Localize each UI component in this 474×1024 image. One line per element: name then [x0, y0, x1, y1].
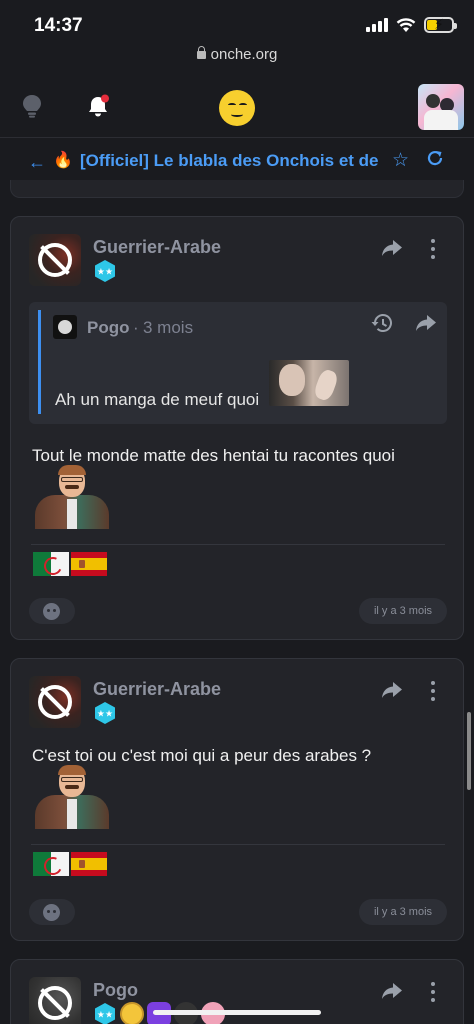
reaction-button[interactable]: [29, 598, 75, 624]
previous-post-end: [10, 180, 464, 198]
url-bar[interactable]: onche.org: [0, 46, 474, 63]
signature-divider: [31, 844, 445, 845]
star-icon[interactable]: ☆: [392, 149, 409, 172]
share-icon[interactable]: [381, 681, 403, 699]
app-header: [0, 76, 474, 138]
algeria-flag: [33, 552, 69, 576]
post-username[interactable]: Guerrier-Arabe: [93, 237, 221, 258]
quote-separator: ·: [133, 318, 139, 337]
post-text: Tout le monde matte des hentai tu racont…: [32, 446, 395, 465]
post-text: C'est toi ou c'est moi qui a peur des ar…: [32, 746, 372, 765]
url-text: onche.org: [210, 46, 278, 63]
refresh-icon[interactable]: [426, 149, 444, 167]
reaction-button[interactable]: [29, 899, 75, 925]
quote-avatar: [53, 315, 77, 339]
post-username[interactable]: Pogo: [93, 980, 138, 1001]
more-icon[interactable]: [429, 239, 437, 259]
banned-avatar[interactable]: [29, 977, 81, 1024]
status-time: 14:37: [34, 15, 83, 36]
svg-text:★★: ★★: [97, 710, 113, 720]
quote-bar: [38, 310, 41, 414]
onche-logo[interactable]: [219, 90, 255, 126]
rank-badge-icon: ★★: [95, 260, 115, 282]
post-username[interactable]: Guerrier-Arabe: [93, 679, 221, 700]
home-indicator[interactable]: [153, 1010, 321, 1015]
topic-title[interactable]: [Officiel] Le blabla des Onchois et des: [80, 151, 378, 171]
sticker-image: [31, 765, 111, 829]
history-icon[interactable]: [371, 313, 393, 333]
quote-username[interactable]: Pogo: [87, 318, 130, 338]
post-time: il y a 3 mois: [359, 899, 447, 925]
banned-avatar[interactable]: [29, 676, 81, 728]
quote-text: Ah un manga de meuf quoi: [55, 390, 260, 409]
quote-share-icon[interactable]: [415, 314, 437, 332]
clapping-sticker: [269, 360, 349, 406]
scrollbar-thumb[interactable]: [467, 712, 471, 790]
back-arrow-icon[interactable]: ←: [28, 152, 46, 173]
reaction-icon: [43, 904, 60, 921]
sticker-image: [31, 465, 111, 529]
smiley-badge-icon: [120, 1002, 144, 1024]
rank-badge-icon: ★★: [95, 1003, 115, 1024]
more-icon[interactable]: [429, 681, 437, 701]
svg-text:★★: ★★: [97, 268, 113, 278]
signature-flags: [33, 552, 107, 576]
reaction-icon: [43, 603, 60, 620]
topic-bar: ← 🔥 [Officiel] Le blabla des Onchois et …: [0, 140, 474, 182]
quote-time: 3 mois: [143, 318, 194, 337]
signal-icon: [366, 18, 388, 32]
bulb-icon[interactable]: [22, 94, 42, 118]
spain-flag: [71, 552, 107, 576]
signature-divider: [31, 544, 445, 545]
lock-icon: [196, 46, 206, 59]
wifi-icon: [396, 17, 416, 32]
bell-icon[interactable]: [87, 94, 111, 118]
post-card: Guerrier-Arabe ★★ Pogo · 3 mois Ah un ma…: [10, 216, 464, 640]
signature-flags: [33, 852, 107, 876]
battery-icon: ⚡: [424, 16, 457, 33]
user-avatar[interactable]: [418, 84, 464, 130]
rank-badge-icon: ★★: [95, 702, 115, 724]
svg-text:★★: ★★: [97, 1011, 113, 1021]
status-icons: ⚡: [366, 16, 457, 33]
post-card: Guerrier-Arabe ★★ C'est toi ou c'est moi…: [10, 658, 464, 941]
spain-flag: [71, 852, 107, 876]
more-icon[interactable]: [429, 982, 437, 1002]
share-icon[interactable]: [381, 982, 403, 1000]
flame-icon: 🔥: [53, 152, 73, 169]
status-bar: 14:37 ⚡: [0, 0, 474, 48]
post-time: il y a 3 mois: [359, 598, 447, 624]
banned-avatar[interactable]: [29, 234, 81, 286]
quote-block: Pogo · 3 mois Ah un manga de meuf quoi: [29, 302, 447, 424]
share-icon[interactable]: [381, 239, 403, 257]
algeria-flag: [33, 852, 69, 876]
